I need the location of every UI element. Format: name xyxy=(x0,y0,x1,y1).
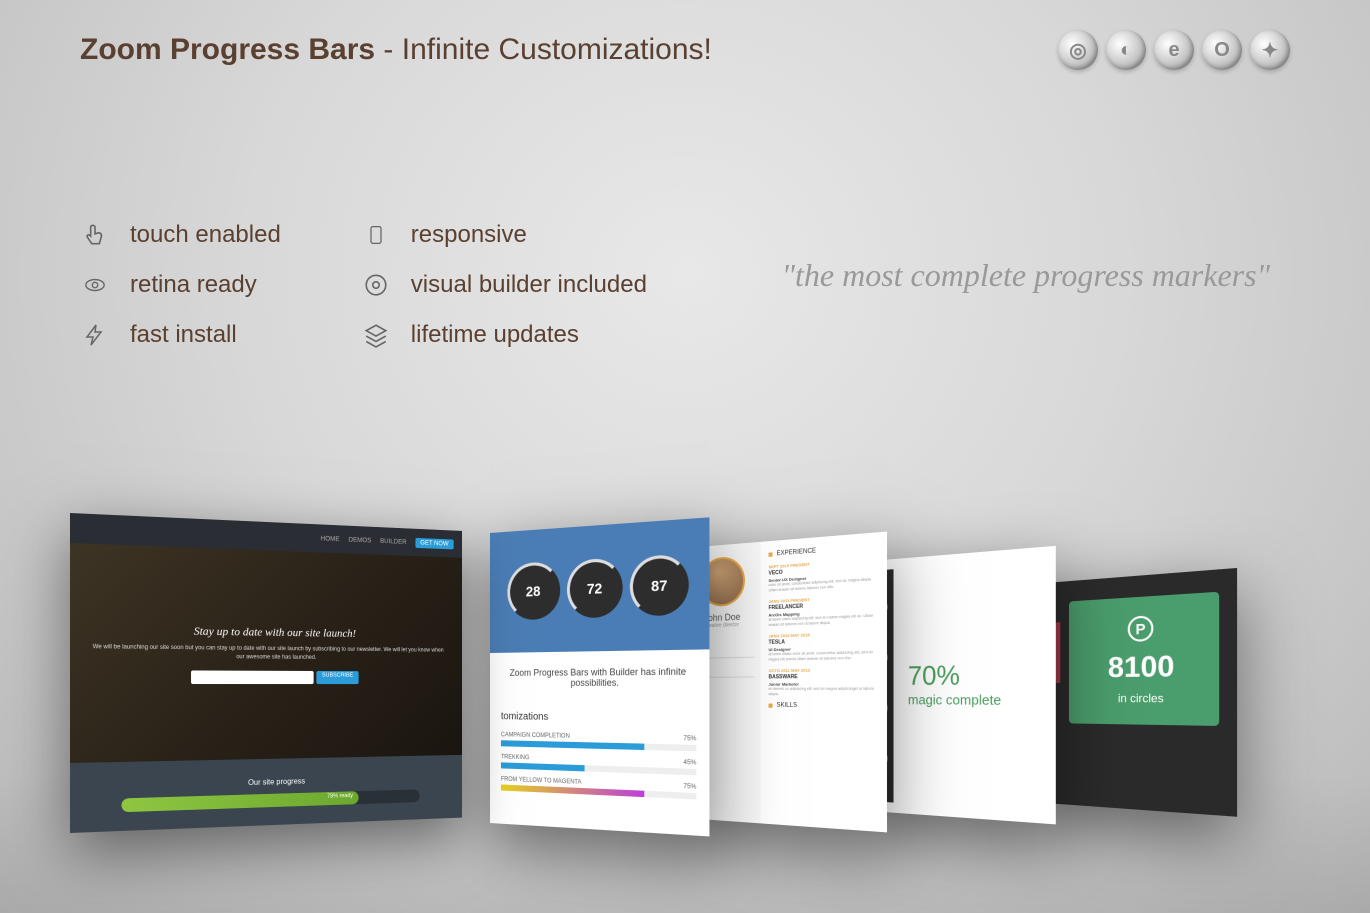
nav-home[interactable]: HOME xyxy=(321,535,340,542)
preview-card-resume: John Doe creative director 2 TES EXPERIE… xyxy=(685,532,887,833)
bolt-icon xyxy=(80,320,110,350)
ie-icon: e xyxy=(1154,30,1194,70)
safari-icon: ✦ xyxy=(1250,30,1290,70)
firefox-icon: ◐ xyxy=(1106,30,1146,70)
pinterest-icon: P xyxy=(1128,615,1154,642)
hand-icon xyxy=(80,220,110,250)
circle-stat: 87 xyxy=(630,554,689,617)
feature-updates: lifetime updates xyxy=(361,320,647,350)
circle-stat: 72 xyxy=(567,557,623,618)
gear-icon xyxy=(361,270,391,300)
phone-icon xyxy=(361,220,391,250)
progress-bar xyxy=(121,789,419,812)
preview-card-magic: 70% magic complete xyxy=(870,546,1056,825)
preview-card-landing: HOME DEMOS BUILDER GET NOW Stay up to da… xyxy=(70,513,462,833)
layers-icon xyxy=(361,320,391,350)
get-now-button[interactable]: GET NOW xyxy=(415,537,454,549)
feature-responsive: responsive xyxy=(361,220,647,250)
feature-fast: fast install xyxy=(80,320,281,350)
page-title: Zoom Progress Bars - Infinite Customizat… xyxy=(80,33,712,67)
marketing-quote: "the most complete progress markers" xyxy=(782,250,1270,301)
feature-retina: retina ready xyxy=(80,270,281,300)
stat-number: 8100 xyxy=(1108,649,1175,684)
progress-title: Our site progress xyxy=(248,776,305,786)
email-input[interactable] xyxy=(191,670,314,684)
chrome-icon: ◎ xyxy=(1058,30,1098,70)
percent-value: 70% xyxy=(908,658,1001,692)
hero-title: Stay up to date with our site launch! xyxy=(194,624,356,641)
percent-label: magic complete xyxy=(908,692,1001,708)
opera-icon: O xyxy=(1202,30,1242,70)
hero-subtitle: We will be launching our site soon but y… xyxy=(91,643,445,662)
subscribe-button[interactable]: SUBSCRIBE xyxy=(317,671,359,684)
feature-builder: visual builder included xyxy=(361,270,647,300)
preview-card-pinterest: P 8100 in circles xyxy=(1045,568,1237,817)
nav-builder[interactable]: BUILDER xyxy=(380,538,406,546)
preview-card-builder: 28 72 87 Zoom Progress Bars with Builder… xyxy=(490,517,709,836)
feature-touch: touch enabled xyxy=(80,220,281,250)
eye-icon xyxy=(80,270,110,300)
stat-label: in circles xyxy=(1118,693,1164,706)
nav-demos[interactable]: DEMOS xyxy=(349,536,372,543)
circle-stat: 28 xyxy=(507,561,560,620)
browser-icons: ◎ ◐ e O ✦ xyxy=(1058,30,1290,70)
